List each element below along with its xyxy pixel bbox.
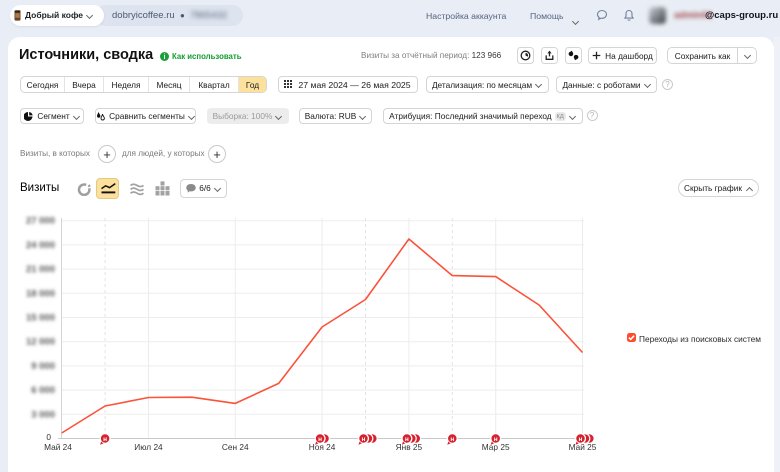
svg-text:15 000: 15 000	[26, 313, 55, 324]
svg-text:Сен 24: Сен 24	[222, 442, 249, 452]
svg-text:Июл 24: Июл 24	[134, 442, 163, 452]
svg-text:27 000: 27 000	[26, 216, 55, 227]
svg-text:18 000: 18 000	[26, 288, 55, 299]
svg-text:0: 0	[46, 432, 51, 442]
svg-text:6 000: 6 000	[31, 385, 55, 396]
svg-text:i: i	[164, 54, 166, 61]
svg-text:21 000: 21 000	[26, 264, 55, 275]
svg-text:3 000: 3 000	[31, 409, 55, 420]
svg-text:12 000: 12 000	[26, 337, 55, 348]
svg-text:Май 24: Май 24	[44, 442, 72, 452]
svg-text:24 000: 24 000	[26, 240, 55, 251]
svg-text:9 000: 9 000	[31, 361, 55, 372]
